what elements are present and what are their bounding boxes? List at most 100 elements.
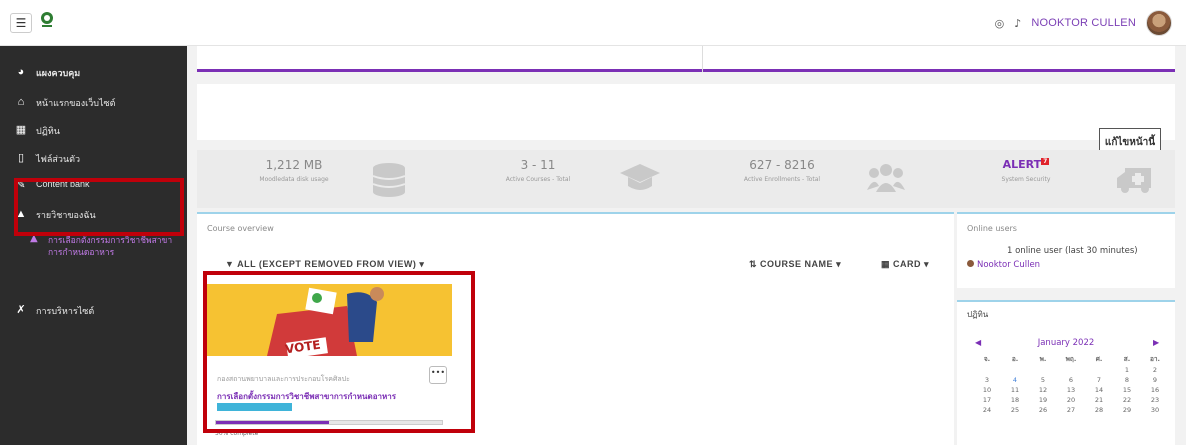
sidebar-item-label: การบริหารไซต์	[36, 306, 95, 316]
calendar-grid: จ. อ. พ. พฤ. ศ. ส. อา. 1 2 3 4 5 6 7 8 9 10 11 12 13 14 15 16 1…	[973, 354, 1169, 414]
sidebar-item-label: แผงควบคุม	[36, 68, 81, 78]
calendar-day[interactable]: 11	[1001, 386, 1029, 394]
calendar-day[interactable]: 24	[973, 406, 1001, 414]
calendar-weekday: ศ.	[1095, 355, 1103, 363]
calendar-weekday: อา.	[1149, 355, 1161, 363]
top-navbar: ☰ ◎ ♪ NOOKTOR CULLEN	[0, 0, 1186, 46]
calendar-day[interactable]: 15	[1113, 386, 1141, 394]
stat-alert[interactable]: ALERT 7 System Security	[929, 150, 1173, 208]
calendar-day[interactable]: 5	[1029, 376, 1057, 384]
page-header: แก้ไขหน้านี้	[197, 84, 1175, 158]
calendar-day[interactable]: 29	[1113, 406, 1141, 414]
calendar-day[interactable]: 12	[1029, 386, 1057, 394]
calendar-day[interactable]: 23	[1141, 396, 1169, 404]
sidebar-item-site-admin[interactable]: ✗ การบริหารไซต์	[14, 304, 94, 318]
calendar-day[interactable]: 26	[1029, 406, 1057, 414]
calendar-day[interactable]: 1	[1113, 366, 1141, 374]
online-users-panel: Online users 1 online user (last 30 minu…	[957, 212, 1175, 288]
online-user-item[interactable]: Nooktor Cullen	[967, 260, 1040, 270]
calendar-day[interactable]: 4	[1001, 376, 1029, 384]
sidebar-item-calendar[interactable]: ▦ ปฏิทิน	[14, 124, 60, 138]
calendar-day[interactable]: 25	[1001, 406, 1029, 414]
site-logo[interactable]	[40, 11, 54, 29]
sidebar-item-label: หน้าแรกของเว็บไซต์	[36, 98, 116, 108]
stat-label: Moodledata disk usage	[259, 176, 329, 183]
stats-bar: 1,212 MB Moodledata disk usage 3 - 11 Ac…	[197, 150, 1175, 208]
calendar-day	[973, 366, 1001, 374]
stat-disk-usage: 1,212 MB Moodledata disk usage	[197, 150, 441, 208]
calendar-title: ปฏิทิน	[967, 310, 989, 319]
filter-dropdown[interactable]: ▼ ALL (EXCEPT REMOVED FROM VIEW) ▾	[225, 259, 424, 270]
sort-dropdown[interactable]: ⇅ COURSE NAME ▾	[749, 259, 841, 270]
calendar-day	[1057, 366, 1085, 374]
sidebar-item-home[interactable]: ⌂ หน้าแรกของเว็บไซต์	[14, 96, 116, 110]
sidebar-item-private-files[interactable]: ▯ ไฟล์ส่วนตัว	[14, 152, 80, 166]
strip-divider	[702, 46, 703, 72]
file-icon: ▯	[17, 152, 25, 164]
calendar-month: January 2022	[1037, 338, 1095, 348]
calendar-day[interactable]: 16	[1141, 386, 1169, 394]
calendar-day[interactable]: 14	[1085, 386, 1113, 394]
calendar-day[interactable]: 18	[1001, 396, 1029, 404]
stat-label: System Security	[1001, 176, 1051, 183]
calendar-weekday: อ.	[1011, 355, 1019, 363]
filter-label: ALL (EXCEPT REMOVED FROM VIEW)	[237, 259, 417, 269]
avatar[interactable]	[1146, 10, 1172, 36]
sidebar-item-dashboard[interactable]: ◕ แผงควบคุม	[14, 66, 81, 80]
home-icon: ⌂	[17, 96, 25, 108]
stat-label: Active Enrollments - Total	[743, 176, 821, 183]
calendar-day[interactable]: 3	[973, 376, 1001, 384]
calendar-panel: ปฏิทิน ◀ January 2022 ▶ จ. อ. พ. พฤ. ศ. ส. อา.…	[957, 300, 1175, 445]
sidebar-item-label: ไฟล์ส่วนตัว	[36, 154, 81, 164]
calendar-weekday: จ.	[983, 355, 991, 363]
user-menu-area: ◎ ♪ NOOKTOR CULLEN	[995, 9, 1172, 37]
highlight-box-sidebar	[14, 178, 184, 236]
online-user-name: Nooktor Cullen	[977, 260, 1041, 270]
calendar-day[interactable]: 17	[973, 396, 1001, 404]
ambulance-icon	[1117, 168, 1151, 193]
calendar-day[interactable]: 21	[1085, 396, 1113, 404]
panel-title: Course overview	[207, 224, 274, 233]
calendar-day[interactable]: 27	[1057, 406, 1085, 414]
calendar-day[interactable]: 30	[1141, 406, 1169, 414]
wrench-icon: ✗	[16, 304, 26, 316]
sidebar-item-label: ปฏิทิน	[36, 126, 60, 136]
calendar-day[interactable]: 28	[1085, 406, 1113, 414]
sort-label: COURSE NAME	[760, 259, 834, 269]
highlight-box-course-card	[203, 271, 475, 433]
calendar-day[interactable]: 13	[1057, 386, 1085, 394]
graduation-cap-icon	[620, 164, 660, 190]
calendar-day[interactable]: 19	[1029, 396, 1057, 404]
globe-icon[interactable]: ◎	[995, 17, 1005, 30]
view-label: CARD	[893, 259, 922, 269]
sidebar: ◕ แผงควบคุม ⌂ หน้าแรกของเว็บไซต์ ▦ ปฏิทิ…	[0, 46, 187, 445]
calendar-day[interactable]: 6	[1057, 376, 1085, 384]
calendar-day[interactable]: 22	[1113, 396, 1141, 404]
next-month-icon[interactable]: ▶	[1153, 338, 1159, 347]
stat-active-courses: 3 - 11 Active Courses - Total	[441, 150, 685, 208]
calendar-day	[1001, 366, 1029, 374]
calendar-day[interactable]: 10	[973, 386, 1001, 394]
online-users-title: Online users	[967, 224, 1017, 233]
calendar-day[interactable]: 7	[1085, 376, 1113, 384]
stat-value: 1,212 MB	[265, 158, 323, 172]
alert-badge: 7	[1041, 158, 1050, 165]
calendar-day[interactable]: 8	[1113, 376, 1141, 384]
view-dropdown[interactable]: ▦ CARD ▾	[881, 259, 929, 270]
bell-icon[interactable]: ♪	[1014, 17, 1021, 30]
sidebar-item-course-election[interactable]: การเลือกตั้งกรรมการวิชาชีพสาขาการกำหนดอา…	[48, 234, 178, 258]
calendar-day[interactable]: 2	[1141, 366, 1169, 374]
stat-value: 627 - 8216	[749, 158, 815, 172]
online-users-summary: 1 online user (last 30 minutes)	[1007, 246, 1138, 256]
stat-enrollments: 627 - 8216 Active Enrollments - Total	[685, 150, 929, 208]
stat-value: 3 - 11	[520, 158, 556, 172]
database-icon	[372, 163, 406, 197]
hamburger-icon[interactable]: ☰	[10, 13, 32, 33]
calendar-day[interactable]: 9	[1141, 376, 1169, 384]
user-name[interactable]: NOOKTOR CULLEN	[1031, 17, 1136, 29]
calendar-weekday: พฤ.	[1065, 355, 1077, 363]
calendar-day[interactable]: 20	[1057, 396, 1085, 404]
calendar-day	[1085, 366, 1113, 374]
calendar-day	[1029, 366, 1057, 374]
alert-label: ALERT 7	[971, 158, 1081, 171]
